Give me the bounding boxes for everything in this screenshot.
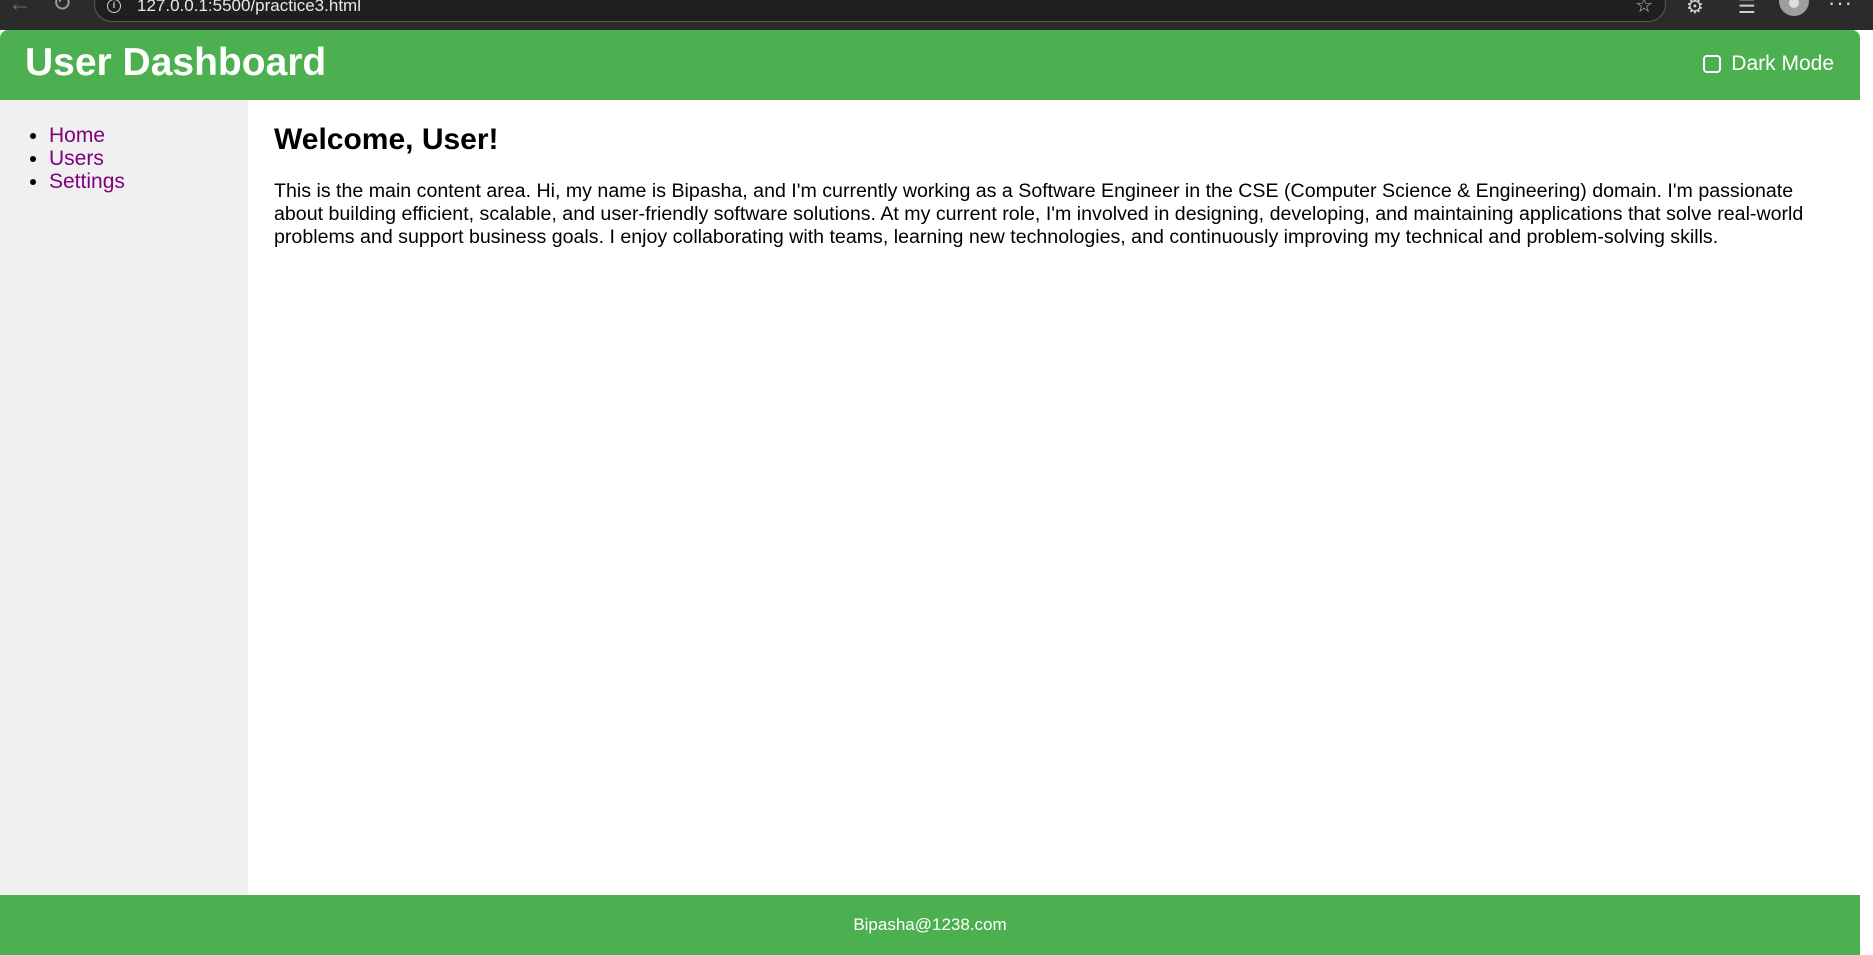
browser-toolbar: ← ↻ i 127.0.0.1:5500/practice3.html ☆ ⚙ … — [0, 0, 1873, 30]
sidebar-item-home: Home — [49, 124, 125, 147]
back-arrow-icon[interactable]: ← — [8, 0, 32, 16]
dark-mode-toggle[interactable]: Dark Mode — [1703, 52, 1834, 76]
page-footer: Bipasha@1238.com — [0, 895, 1860, 955]
more-menu-icon[interactable]: ··· — [1828, 0, 1853, 16]
sidebar-item-settings: Settings — [49, 170, 125, 193]
intro-paragraph: This is the main content area. Hi, my na… — [274, 180, 1804, 248]
favorites-icon[interactable]: ☰ — [1738, 0, 1756, 19]
info-icon[interactable]: i — [107, 0, 121, 13]
page-header: User Dashboard Dark Mode — [0, 30, 1860, 100]
page-viewport: User Dashboard Dark Mode Home Users Sett… — [0, 30, 1860, 955]
star-icon[interactable]: ☆ — [1635, 0, 1653, 16]
window-edge — [1860, 30, 1873, 955]
reload-icon[interactable]: ↻ — [52, 0, 72, 16]
welcome-heading: Welcome, User! — [274, 123, 499, 156]
dark-mode-label: Dark Mode — [1731, 52, 1834, 75]
extensions-icon[interactable]: ⚙ — [1686, 0, 1704, 19]
address-bar[interactable]: i 127.0.0.1:5500/practice3.html ☆ — [94, 0, 1666, 22]
sidebar-link-settings[interactable]: Settings — [49, 170, 125, 193]
url-text[interactable]: 127.0.0.1:5500/practice3.html — [137, 0, 361, 16]
dark-mode-checkbox[interactable] — [1703, 55, 1722, 73]
sidebar-nav-list: Home Users Settings — [0, 124, 125, 193]
sidebar: Home Users Settings — [0, 100, 248, 895]
sidebar-item-users: Users — [49, 147, 125, 170]
footer-email: Bipasha@1238.com — [853, 915, 1007, 934]
sidebar-link-users[interactable]: Users — [49, 147, 104, 170]
profile-icon[interactable] — [1779, 0, 1809, 16]
sidebar-link-home[interactable]: Home — [49, 124, 105, 147]
main-content: Welcome, User! This is the main content … — [248, 100, 1860, 895]
page-title: User Dashboard — [25, 41, 327, 84]
